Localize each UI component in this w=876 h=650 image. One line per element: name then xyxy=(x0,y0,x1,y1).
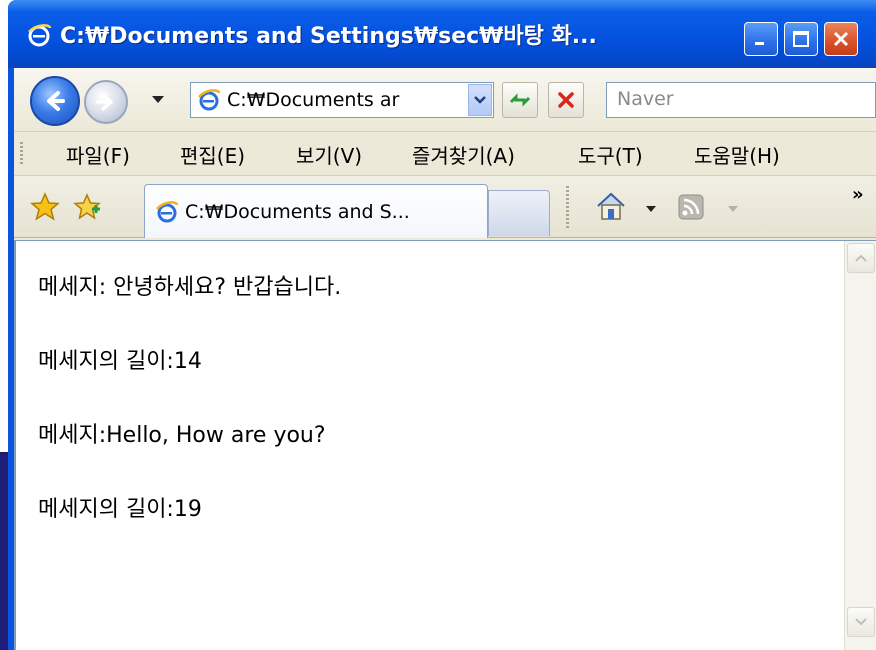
toolbar-grip[interactable] xyxy=(20,142,23,166)
search-input[interactable]: Naver xyxy=(606,82,876,118)
add-favorite-icon[interactable] xyxy=(72,192,102,222)
scroll-up-button[interactable] xyxy=(847,243,875,273)
page-ie-icon xyxy=(198,89,221,111)
forward-arrow-icon xyxy=(96,93,113,111)
chevron-down-icon xyxy=(474,96,486,104)
menu-item-favorites[interactable]: 즐겨찾기(A) xyxy=(412,140,515,169)
favorites-star-icon[interactable] xyxy=(30,192,60,222)
chevron-down-icon xyxy=(855,618,867,626)
refresh-icon xyxy=(509,93,531,107)
navigation-bar: C:₩Documents ar Naver xyxy=(14,68,876,132)
stop-button[interactable] xyxy=(548,82,584,118)
tab-label: C:₩Documents and S... xyxy=(185,200,410,223)
maximize-icon xyxy=(793,31,809,47)
message-line: 메세지: 안녕하세요? 반갑습니다. xyxy=(38,275,342,300)
home-icon[interactable] xyxy=(594,190,628,222)
back-button[interactable] xyxy=(30,76,80,126)
menu-item-edit[interactable]: 편집(E) xyxy=(180,140,245,169)
minimize-button[interactable] xyxy=(744,22,778,56)
message-length-line: 메세지의 길이:14 xyxy=(38,349,202,374)
vertical-scrollbar[interactable] xyxy=(844,241,876,650)
title-bar[interactable]: C:₩Documents and Settings₩sec₩바탕 화... xyxy=(8,0,876,68)
address-bar[interactable]: C:₩Documents ar xyxy=(190,82,494,118)
refresh-button[interactable] xyxy=(502,82,538,118)
page-body: 메세지: 안녕하세요? 반갑습니다. 메세지의 길이:14 메세지:Hello,… xyxy=(38,241,818,650)
feed-dropdown-icon[interactable] xyxy=(728,206,738,212)
tab-active[interactable]: C:₩Documents and S... xyxy=(144,184,488,238)
ie-logo-icon xyxy=(28,24,52,47)
menu-item-file[interactable]: 파일(F) xyxy=(66,140,130,169)
tab-ie-icon xyxy=(156,200,179,222)
home-dropdown-icon[interactable] xyxy=(646,206,656,212)
scroll-down-button[interactable] xyxy=(847,607,875,637)
browser-chrome: C:₩Documents ar Naver 파일(F) 편집(E) 보기(V) … xyxy=(14,68,876,650)
address-dropdown-button[interactable] xyxy=(468,84,492,116)
forward-button[interactable] xyxy=(84,80,128,124)
browser-window: C:₩Documents and Settings₩sec₩바탕 화... C:… xyxy=(8,0,876,650)
window-title: C:₩Documents and Settings₩sec₩바탕 화... xyxy=(60,24,597,49)
close-icon xyxy=(833,31,849,47)
menu-bar: 파일(F) 편집(E) 보기(V) 즐겨찾기(A) 도구(T) 도움말(H) xyxy=(14,132,876,176)
back-arrow-icon xyxy=(47,91,65,111)
history-dropdown-icon[interactable] xyxy=(152,96,164,103)
address-value[interactable]: C:₩Documents ar xyxy=(227,89,459,111)
close-button[interactable] xyxy=(824,22,858,56)
maximize-button[interactable] xyxy=(784,22,818,56)
message-line: 메세지:Hello, How are you? xyxy=(38,423,326,448)
menu-item-view[interactable]: 보기(V) xyxy=(296,140,362,169)
toolbar-overflow-chevron[interactable]: » xyxy=(852,184,864,205)
new-tab-button[interactable] xyxy=(488,190,550,236)
toolbar-separator xyxy=(566,186,569,230)
menu-item-help[interactable]: 도움말(H) xyxy=(694,140,780,169)
chevron-up-icon xyxy=(855,254,867,262)
message-length-line: 메세지의 길이:19 xyxy=(38,497,202,522)
minimize-icon xyxy=(755,42,764,45)
tab-bar: C:₩Documents and S... » xyxy=(14,176,876,238)
feed-icon[interactable] xyxy=(678,194,704,220)
menu-item-tools[interactable]: 도구(T) xyxy=(578,140,643,169)
stop-icon xyxy=(558,92,574,108)
page-content: 메세지: 안녕하세요? 반갑습니다. 메세지의 길이:14 메세지:Hello,… xyxy=(14,240,876,650)
